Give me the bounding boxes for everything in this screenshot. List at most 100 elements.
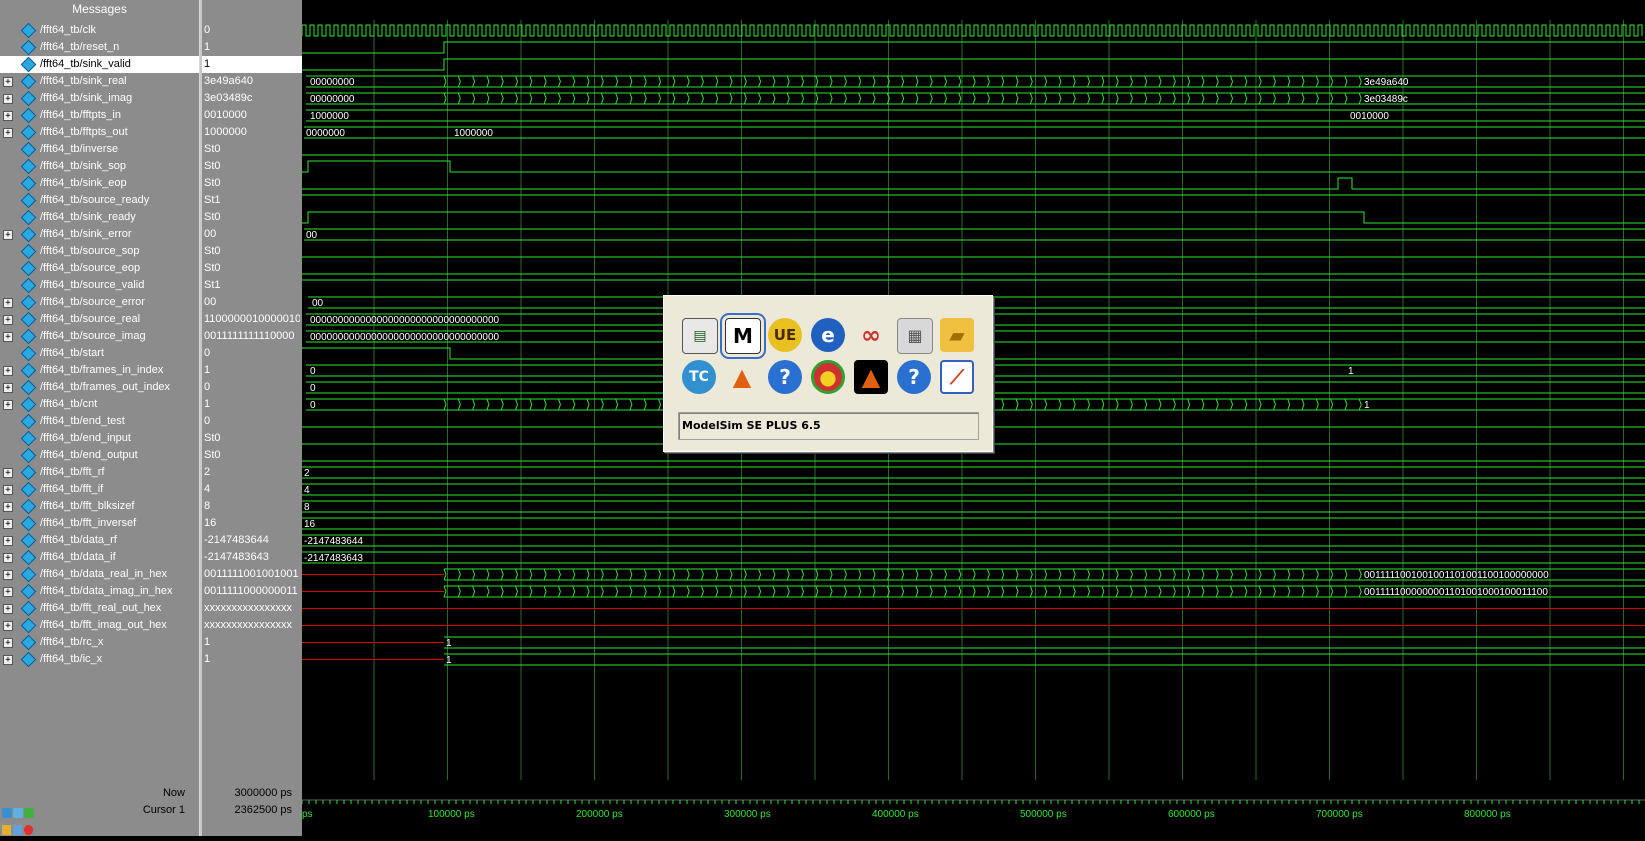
- signal-row[interactable]: + /fft64_tb/cnt: [0, 396, 199, 413]
- signal-row[interactable]: + /fft64_tb/sink_imag: [0, 90, 199, 107]
- help-icon[interactable]: ?: [768, 360, 802, 394]
- signal-row[interactable]: /fft64_tb/source_sop: [0, 243, 199, 260]
- chart-icon[interactable]: ⟋: [940, 360, 974, 394]
- expand-icon[interactable]: +: [3, 315, 13, 325]
- signal-value-row: 1100000010000010: [202, 311, 303, 328]
- expand-icon[interactable]: +: [3, 485, 13, 495]
- expand-icon[interactable]: +: [3, 587, 13, 597]
- expand-icon[interactable]: +: [3, 553, 13, 563]
- signal-row[interactable]: /fft64_tb/sink_valid: [0, 56, 199, 73]
- expand-icon[interactable]: +: [3, 621, 13, 631]
- signal-row[interactable]: + /fft64_tb/data_if: [0, 549, 199, 566]
- signal-row[interactable]: + /fft64_tb/data_real_in_hex: [0, 566, 199, 583]
- timeline-label: 400000 ps: [872, 809, 919, 820]
- signal-row[interactable]: + /fft64_tb/rc_x: [0, 634, 199, 651]
- monitor-icon[interactable]: [13, 808, 23, 818]
- matlab-dark-icon[interactable]: ▲: [854, 360, 888, 394]
- expand-icon[interactable]: +: [3, 298, 13, 308]
- signal-row[interactable]: + /fft64_tb/fft_real_out_hex: [0, 600, 199, 617]
- expand-icon[interactable]: +: [3, 77, 13, 87]
- infinity-icon[interactable]: ∞: [854, 318, 888, 352]
- signal-row[interactable]: + /fft64_tb/fftpts_out: [0, 124, 199, 141]
- folder-icon[interactable]: ▰: [940, 318, 974, 352]
- expand-icon[interactable]: +: [3, 383, 13, 393]
- bus-transition: [1287, 75, 1291, 88]
- bus-transition: [815, 585, 819, 598]
- signal-row[interactable]: + /fft64_tb/frames_out_index: [0, 379, 199, 396]
- expand-icon[interactable]: +: [3, 638, 13, 648]
- bus-transition: [1087, 75, 1091, 88]
- expand-icon[interactable]: +: [3, 570, 13, 580]
- expand-icon[interactable]: +: [3, 94, 13, 104]
- signal-row[interactable]: + /fft64_tb/sink_error: [0, 226, 199, 243]
- expand-icon[interactable]: +: [3, 468, 13, 478]
- signal-row[interactable]: + /fft64_tb/fftpts_in: [0, 107, 199, 124]
- signal-row[interactable]: + /fft64_tb/data_imag_in_hex: [0, 583, 199, 600]
- signal-value-row: 1: [202, 396, 303, 413]
- teamviewer-icon[interactable]: TC: [682, 360, 716, 394]
- bus-transition: [986, 75, 990, 88]
- signal-row[interactable]: /fft64_tb/end_test: [0, 413, 199, 430]
- signal-row[interactable]: /fft64_tb/start: [0, 345, 199, 362]
- bus-transition: [743, 585, 747, 598]
- lock-icon[interactable]: [2, 825, 11, 835]
- signal-row[interactable]: + /fft64_tb/fft_imag_out_hex: [0, 617, 199, 634]
- help-blue-icon[interactable]: ?: [897, 360, 931, 394]
- expand-icon[interactable]: +: [3, 502, 13, 512]
- signal-row[interactable]: + /fft64_tb/source_real: [0, 311, 199, 328]
- pencil-icon[interactable]: [13, 825, 22, 835]
- signal-row[interactable]: /fft64_tb/source_ready: [0, 192, 199, 209]
- signal-row[interactable]: + /fft64_tb/fft_blksizef: [0, 498, 199, 515]
- signal-row[interactable]: + /fft64_tb/fft_if: [0, 481, 199, 498]
- bus-transition: [1044, 92, 1048, 105]
- signal-row[interactable]: /fft64_tb/source_eop: [0, 260, 199, 277]
- expand-icon[interactable]: +: [3, 366, 13, 376]
- expand-icon[interactable]: +: [3, 128, 13, 138]
- bus-transition: [944, 585, 948, 598]
- signal-name: /fft64_tb/fft_rf: [40, 466, 105, 478]
- signal-row[interactable]: + /fft64_tb/ic_x: [0, 651, 199, 668]
- bus-transition: [843, 568, 847, 581]
- add-icon[interactable]: [24, 808, 34, 818]
- expand-icon[interactable]: +: [3, 519, 13, 529]
- signal-row[interactable]: + /fft64_tb/frames_in_index: [0, 362, 199, 379]
- signal-row[interactable]: + /fft64_tb/data_rf: [0, 532, 199, 549]
- matlab-icon[interactable]: ▲: [725, 360, 759, 394]
- ie-globe-icon[interactable]: e: [811, 318, 845, 352]
- signal-name: /fft64_tb/data_rf: [40, 534, 117, 546]
- signal-row[interactable]: + /fft64_tb/fft_inversef: [0, 515, 199, 532]
- signal-name: /fft64_tb/fft_imag_out_hex: [40, 619, 167, 631]
- signal-row[interactable]: /fft64_tb/inverse: [0, 141, 199, 158]
- terminal-icon[interactable]: ▤: [682, 318, 718, 354]
- signal-row[interactable]: /fft64_tb/end_input: [0, 430, 199, 447]
- signal-row[interactable]: /fft64_tb/sink_sop: [0, 158, 199, 175]
- bus-transition: [1087, 585, 1091, 598]
- expand-icon[interactable]: +: [3, 400, 13, 410]
- signal-row[interactable]: + /fft64_tb/sink_real: [0, 73, 199, 90]
- signal-row[interactable]: + /fft64_tb/source_error: [0, 294, 199, 311]
- expand-icon[interactable]: +: [3, 655, 13, 665]
- signal-row[interactable]: /fft64_tb/sink_eop: [0, 175, 199, 192]
- expand-icon[interactable]: +: [3, 536, 13, 546]
- chrome-icon[interactable]: ●: [811, 360, 845, 394]
- signal-row[interactable]: /fft64_tb/reset_n: [0, 39, 199, 56]
- modelsim-icon[interactable]: M: [720, 313, 766, 359]
- signal-row[interactable]: + /fft64_tb/source_imag: [0, 328, 199, 345]
- signal-row[interactable]: + /fft64_tb/fft_rf: [0, 464, 199, 481]
- remove-cursor-icon[interactable]: [24, 825, 33, 835]
- expand-icon[interactable]: +: [3, 604, 13, 614]
- signal-row[interactable]: /fft64_tb/source_valid: [0, 277, 199, 294]
- signal-row[interactable]: /fft64_tb/clk: [0, 22, 199, 39]
- signal-value-row: St1: [202, 192, 303, 209]
- signal-row[interactable]: /fft64_tb/end_output: [0, 447, 199, 464]
- calculator-icon[interactable]: ▦: [897, 318, 933, 354]
- bus-transition: [1230, 568, 1234, 581]
- bus-transition: [1358, 75, 1362, 88]
- ultraedit-icon[interactable]: UE: [768, 318, 802, 352]
- signal-name: /fft64_tb/reset_n: [40, 41, 120, 53]
- signal-row[interactable]: /fft64_tb/sink_ready: [0, 209, 199, 226]
- expand-icon[interactable]: +: [3, 332, 13, 342]
- expand-icon[interactable]: +: [3, 230, 13, 240]
- layers-icon[interactable]: [2, 808, 12, 818]
- expand-icon[interactable]: +: [3, 111, 13, 121]
